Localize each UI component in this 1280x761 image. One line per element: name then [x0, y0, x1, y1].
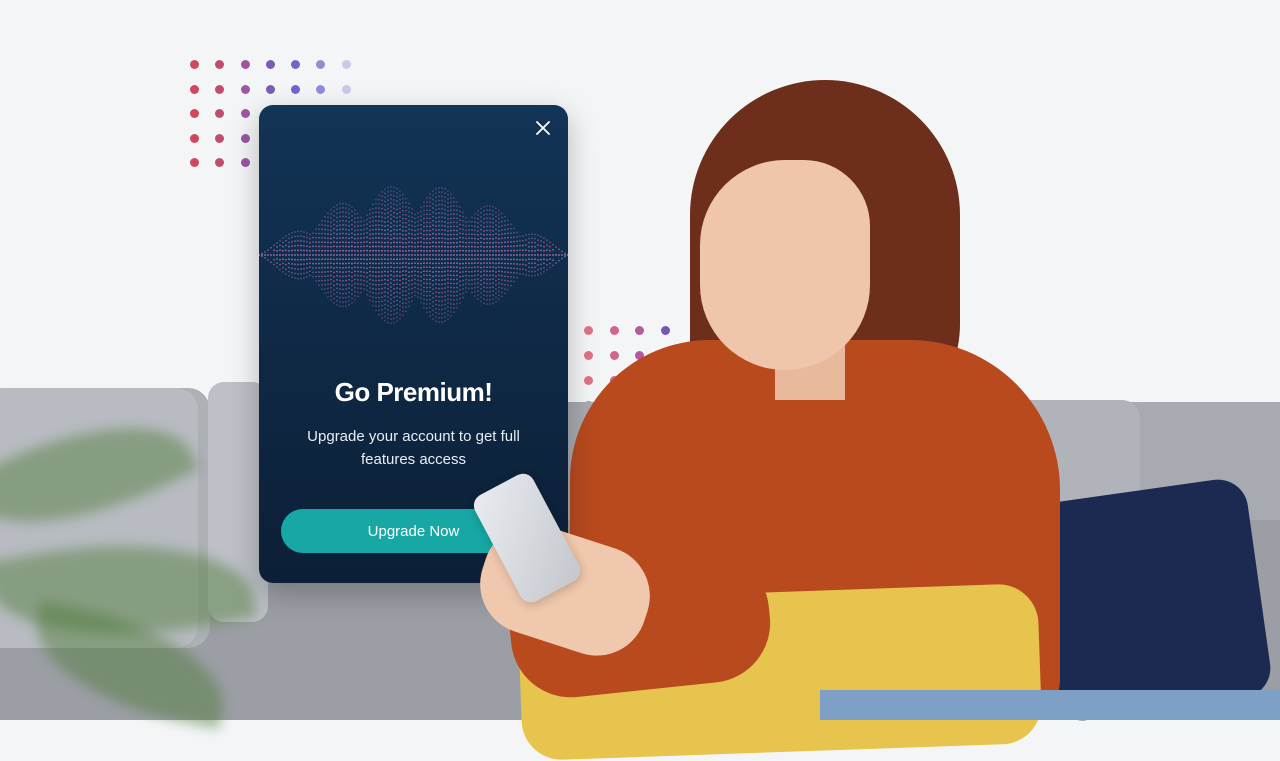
decorative-dot [609, 326, 619, 335]
decorative-dot [190, 84, 199, 94]
decorative-dot [341, 84, 351, 94]
decorative-dot [660, 326, 670, 335]
decorative-dot [291, 60, 301, 69]
decorative-dot [240, 60, 250, 69]
decorative-dot [265, 84, 275, 94]
decorative-dot [215, 158, 225, 167]
decorative-dot [584, 351, 593, 360]
decorative-dot [190, 109, 199, 118]
decorative-dot [190, 60, 199, 69]
decorative-dot [316, 60, 326, 69]
decorative-dot [316, 84, 326, 94]
decorative-dot [215, 133, 225, 143]
popup-subtitle: Upgrade your account to get full feature… [307, 428, 520, 468]
decorative-dot [584, 376, 593, 385]
decorative-dot [240, 133, 250, 143]
hero-scene: Go Premium! Upgrade your account to get … [0, 0, 1280, 761]
person-jeans [820, 690, 1280, 720]
decorative-dot [635, 326, 644, 335]
decorative-dot [215, 84, 225, 94]
decorative-dot [190, 158, 199, 167]
decorative-dot [265, 60, 275, 69]
decorative-dot [240, 109, 250, 118]
decorative-dot [341, 60, 351, 69]
decorative-dot [215, 60, 225, 69]
decorative-dot [240, 158, 250, 167]
decorative-dot [240, 84, 250, 94]
decorative-dot [584, 326, 593, 335]
decorative-dot [190, 133, 199, 143]
decorative-dot [215, 109, 225, 118]
popup-title: Go Premium! [334, 377, 493, 407]
navy-pillow [1025, 475, 1275, 725]
close-button[interactable] [532, 117, 554, 139]
decorative-dot [609, 351, 619, 360]
sound-wave-illustration [259, 185, 568, 325]
decorative-dot [291, 84, 301, 94]
person-face [700, 160, 870, 370]
close-icon [536, 121, 550, 135]
